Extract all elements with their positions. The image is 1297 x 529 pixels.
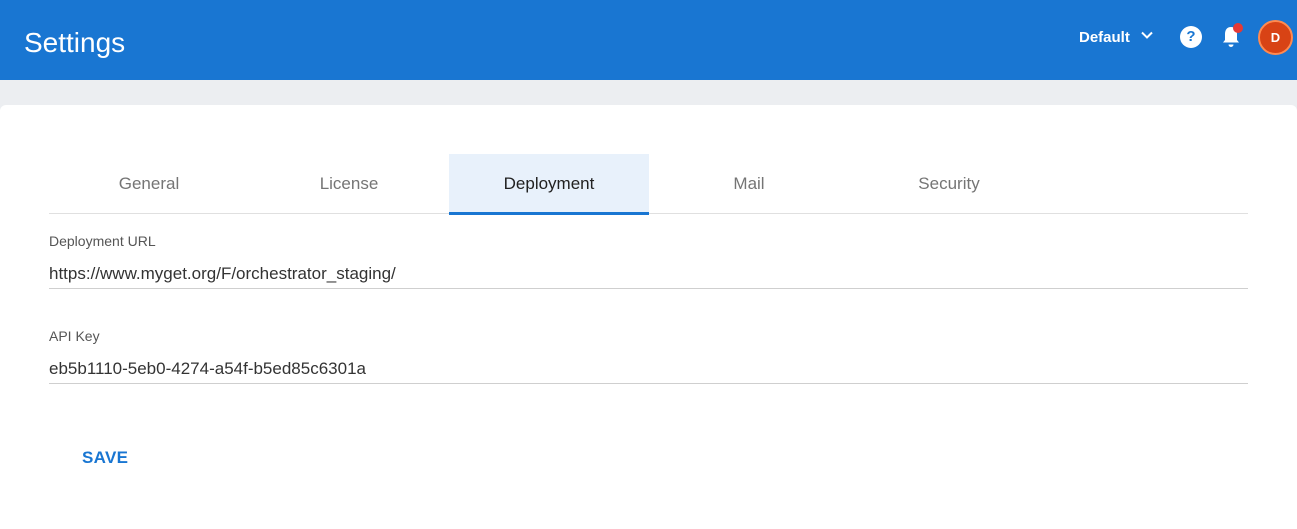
tab-general[interactable]: General xyxy=(49,154,249,214)
notifications-button[interactable] xyxy=(1220,23,1243,49)
app-header: Settings Default ? D xyxy=(0,0,1297,80)
tab-deployment[interactable]: Deployment xyxy=(449,154,649,215)
tenant-label: Default xyxy=(1079,28,1130,46)
deployment-url-label: Deployment URL xyxy=(49,233,156,249)
deployment-url-field: Deployment URL xyxy=(49,233,1248,289)
settings-tabs: General License Deployment Mail Security xyxy=(49,154,1248,215)
settings-card: General License Deployment Mail Security… xyxy=(0,105,1297,529)
api-key-label: API Key xyxy=(49,328,100,344)
api-key-field: API Key xyxy=(49,328,1248,384)
page-title: Settings xyxy=(24,27,126,58)
chevron-down-icon xyxy=(1140,28,1154,47)
user-avatar[interactable]: D xyxy=(1258,20,1293,55)
help-icon[interactable]: ? xyxy=(1180,26,1202,48)
tab-license[interactable]: License xyxy=(249,154,449,214)
tenant-selector[interactable]: Default xyxy=(1079,27,1154,47)
deployment-url-input[interactable] xyxy=(49,259,1248,289)
notification-dot xyxy=(1233,23,1243,33)
save-button[interactable]: SAVE xyxy=(82,448,128,468)
api-key-input[interactable] xyxy=(49,354,1248,384)
bell-icon xyxy=(1220,27,1242,53)
tab-security[interactable]: Security xyxy=(849,154,1049,214)
tab-mail[interactable]: Mail xyxy=(649,154,849,214)
